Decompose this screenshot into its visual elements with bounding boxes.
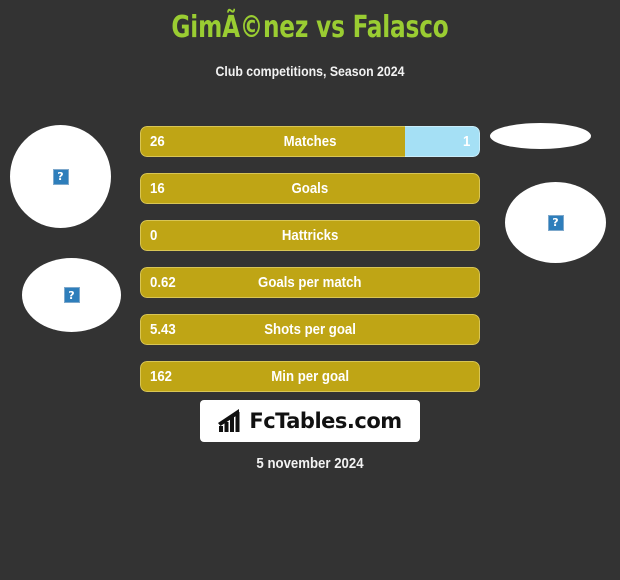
stat-row: 26 1 Matches xyxy=(140,126,480,157)
broken-image-icon: ? xyxy=(547,214,564,231)
page-title: GimÃ©nez vs Falasco xyxy=(171,10,449,45)
broken-image-icon: ? xyxy=(52,168,69,185)
date-label: 5 november 2024 xyxy=(256,455,364,472)
broken-image-icon: ? xyxy=(63,287,80,303)
fctables-logo[interactable]: FcTables.com xyxy=(200,400,420,442)
home-value: 0 xyxy=(150,227,158,244)
home-club-logo: ? xyxy=(22,258,121,332)
stat-row: 162 Min per goal xyxy=(140,361,480,392)
stat-row: 16 Goals xyxy=(140,173,480,204)
stats-bar-list: 26 1 Matches 16 Goals 0 Hattricks 0.62 Goals per… xyxy=(140,126,480,408)
home-value: 0.62 xyxy=(150,274,176,291)
home-bar-segment xyxy=(140,314,480,345)
away-value: 1 xyxy=(462,133,470,150)
home-value: 162 xyxy=(150,368,173,385)
bar-chart-icon xyxy=(218,409,240,432)
home-bar-segment xyxy=(140,173,480,204)
home-bar-segment xyxy=(140,220,480,251)
page-subtitle: Club competitions, Season 2024 xyxy=(215,63,405,79)
stat-row: 0 Hattricks xyxy=(140,220,480,251)
home-value: 26 xyxy=(150,133,165,150)
home-value: 16 xyxy=(150,180,165,197)
stat-row: 0.62 Goals per match xyxy=(140,267,480,298)
home-bar-segment xyxy=(140,361,480,392)
home-bar-segment xyxy=(140,267,480,298)
home-value: 5.43 xyxy=(150,321,176,338)
away-player-photo-top xyxy=(490,123,591,149)
home-player-photo-top: ? xyxy=(10,125,111,228)
home-bar-segment xyxy=(140,126,406,157)
fctables-logo-text: FcTables.com xyxy=(249,408,402,433)
away-club-logo: ? xyxy=(505,182,606,263)
stat-row: 5.43 Shots per goal xyxy=(140,314,480,345)
comparison-infographic: GimÃ©nez vs Falasco Club competitions, S… xyxy=(0,0,620,580)
